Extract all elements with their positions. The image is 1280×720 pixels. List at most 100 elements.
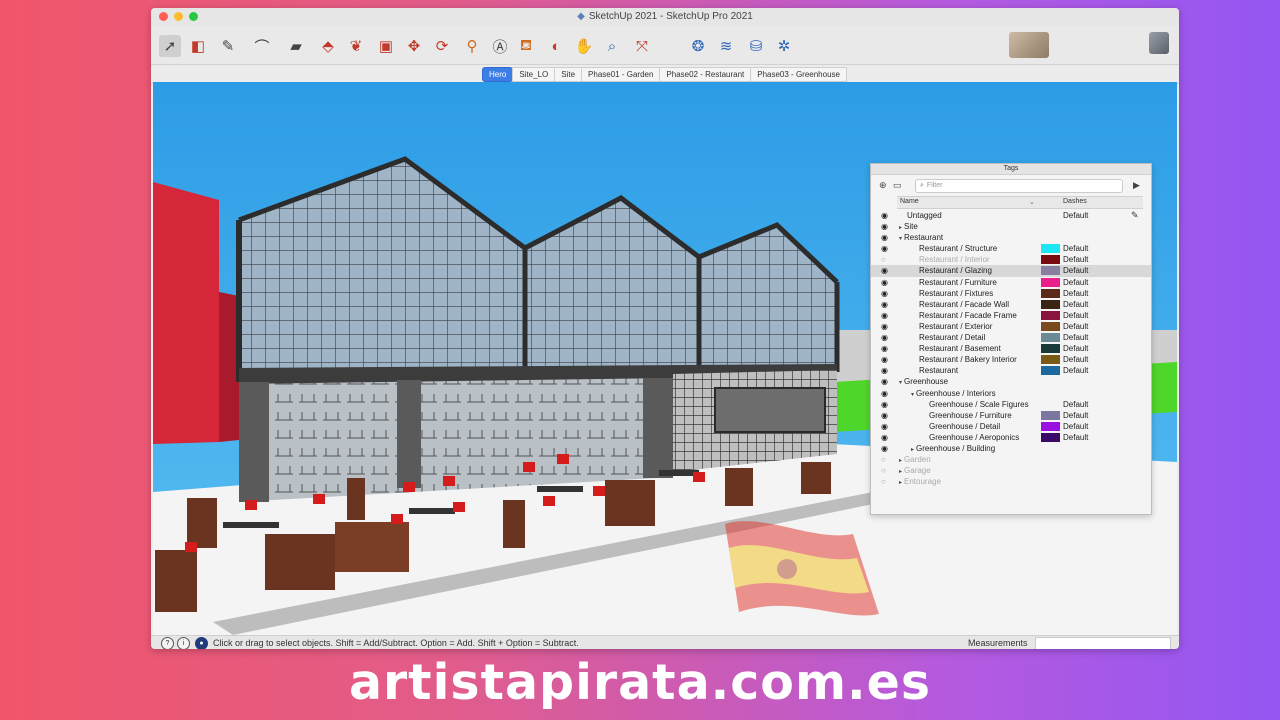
- eye-icon[interactable]: ◉: [881, 277, 888, 288]
- measurements-input[interactable]: [1035, 637, 1171, 649]
- tag-row[interactable]: ◉ Restaurant / Glazing Default: [871, 265, 1151, 277]
- eye-icon[interactable]: ◉: [881, 243, 888, 254]
- disclosure-open-icon[interactable]: ▾: [911, 392, 914, 398]
- follow-me-icon[interactable]: ❦: [345, 35, 367, 57]
- credits-icon[interactable]: i: [177, 637, 190, 649]
- tag-color-swatch[interactable]: [1041, 421, 1060, 431]
- tag-row[interactable]: ◉ Restaurant / Facade Wall Default: [871, 299, 1151, 310]
- eye-hidden-icon[interactable]: ○: [881, 465, 886, 476]
- profile-avatar[interactable]: [1149, 32, 1169, 54]
- eye-icon[interactable]: ◉: [881, 221, 888, 232]
- eye-icon[interactable]: ◉: [881, 265, 888, 276]
- disclosure-closed-icon[interactable]: ▸: [899, 458, 902, 464]
- tag-color-swatch[interactable]: [1041, 255, 1060, 265]
- tape-measure-icon[interactable]: ⚲: [461, 35, 483, 57]
- tag-row[interactable]: ◉ ▸ Site: [871, 221, 1151, 232]
- tag-row[interactable]: ◉ Restaurant / Detail Default: [871, 332, 1151, 343]
- tag-row[interactable]: ◉ ▾ Greenhouse: [871, 376, 1151, 387]
- zoom-extents-icon[interactable]: ⤧: [631, 35, 653, 57]
- eye-icon[interactable]: ◉: [881, 232, 888, 243]
- tag-color-swatch[interactable]: [1041, 277, 1060, 287]
- paint-bucket-icon[interactable]: ⛾: [515, 35, 537, 57]
- eye-icon[interactable]: ◉: [881, 443, 888, 454]
- tag-color-swatch[interactable]: [1041, 333, 1060, 343]
- tab-site[interactable]: Site: [554, 66, 583, 82]
- tag-row[interactable]: ◉ Restaurant / Structure Default: [871, 243, 1151, 254]
- tag-dashes[interactable]: Default: [1063, 399, 1088, 410]
- disclosure-closed-icon[interactable]: ▸: [899, 469, 902, 475]
- tag-dashes[interactable]: Default: [1063, 421, 1088, 432]
- tab-hero[interactable]: Hero: [482, 66, 514, 82]
- zoom-icon[interactable]: ⌕: [601, 35, 623, 57]
- filter-input[interactable]: ⌕ Filter: [915, 179, 1123, 193]
- eye-icon[interactable]: ◉: [881, 421, 888, 432]
- add-tag-icon[interactable]: ⊕: [879, 180, 887, 191]
- tag-row[interactable]: ○ ▸ Garden: [871, 454, 1151, 465]
- close-window-button[interactable]: [159, 12, 168, 21]
- tag-color-swatch[interactable]: [1041, 244, 1060, 254]
- disclosure-open-icon[interactable]: ▾: [899, 380, 902, 386]
- tag-dashes[interactable]: Default: [1063, 310, 1088, 321]
- tag-row[interactable]: ◉ Greenhouse / Detail Default: [871, 421, 1151, 432]
- eye-icon[interactable]: ◉: [881, 343, 888, 354]
- tag-row[interactable]: ◉ Untagged Default ✎: [871, 210, 1151, 221]
- eye-icon[interactable]: ◉: [881, 432, 888, 443]
- tag-dashes[interactable]: Default: [1063, 365, 1088, 376]
- add-folder-icon[interactable]: ▭: [893, 180, 902, 191]
- tag-row[interactable]: ◉ ▸ Greenhouse / Building: [871, 443, 1151, 454]
- tag-dashes[interactable]: Default: [1063, 288, 1088, 299]
- eye-hidden-icon[interactable]: ○: [881, 476, 886, 487]
- eye-icon[interactable]: ◉: [881, 388, 888, 399]
- tag-dashes[interactable]: Default: [1063, 332, 1088, 343]
- tab-phase01-garden[interactable]: Phase01 - Garden: [581, 66, 661, 82]
- layout-icon[interactable]: ⛁: [745, 35, 767, 57]
- eye-icon[interactable]: ◉: [881, 210, 888, 221]
- disclosure-closed-icon[interactable]: ▸: [911, 447, 914, 453]
- tab-site-lo[interactable]: Site_LO: [512, 66, 556, 82]
- tag-row[interactable]: ◉ Restaurant / Fixtures Default: [871, 288, 1151, 299]
- zoom-window-button[interactable]: [189, 12, 198, 21]
- warehouse-icon[interactable]: ❂: [687, 35, 709, 57]
- account-icon[interactable]: ●: [195, 637, 208, 649]
- rectangle-icon[interactable]: ▰: [285, 35, 307, 57]
- style-builder-icon[interactable]: ✲: [773, 35, 795, 57]
- tag-color-swatch[interactable]: [1041, 288, 1060, 298]
- tag-row[interactable]: ◉ ▾ Restaurant: [871, 232, 1151, 243]
- tag-dashes[interactable]: Default: [1063, 243, 1088, 254]
- tag-color-swatch[interactable]: [1041, 410, 1060, 420]
- tag-color-swatch[interactable]: [1041, 321, 1060, 331]
- eye-icon[interactable]: ◉: [881, 332, 888, 343]
- tag-color-swatch[interactable]: [1041, 366, 1060, 376]
- tag-dashes[interactable]: Default: [1063, 210, 1088, 221]
- eye-icon[interactable]: ◉: [881, 365, 888, 376]
- tag-row[interactable]: ○ ▸ Entourage: [871, 476, 1151, 487]
- tag-color-swatch[interactable]: [1041, 299, 1060, 309]
- tag-dashes[interactable]: Default: [1063, 277, 1088, 288]
- tag-dashes[interactable]: Default: [1063, 354, 1088, 365]
- disclosure-open-icon[interactable]: ▾: [899, 236, 902, 242]
- column-name[interactable]: Name: [900, 198, 919, 205]
- geolocation-icon[interactable]: ?: [161, 637, 174, 649]
- offset-icon[interactable]: ▣: [375, 35, 397, 57]
- select-icon[interactable]: ➚: [159, 35, 181, 57]
- tag-row[interactable]: ◉ Greenhouse / Aeroponics Default: [871, 432, 1151, 443]
- pencil-icon[interactable]: ✎: [217, 35, 239, 57]
- tag-row[interactable]: ◉ Restaurant / Furniture Default: [871, 277, 1151, 288]
- push-pull-icon[interactable]: ⬘: [317, 35, 339, 57]
- tag-row[interactable]: ◉ Restaurant / Bakery Interior Default: [871, 354, 1151, 365]
- disclosure-closed-icon[interactable]: ▸: [899, 225, 902, 231]
- tag-dashes[interactable]: Default: [1063, 432, 1088, 443]
- eraser-icon[interactable]: ◧: [187, 35, 209, 57]
- orbit-icon[interactable]: ◐: [545, 35, 567, 57]
- tag-row[interactable]: ◉ ▾ Greenhouse / Interiors: [871, 388, 1151, 399]
- tag-row[interactable]: ◉ Restaurant / Basement Default: [871, 343, 1151, 354]
- eye-icon[interactable]: ◉: [881, 310, 888, 321]
- tag-color-swatch[interactable]: [1041, 310, 1060, 320]
- tag-dashes[interactable]: Default: [1063, 254, 1088, 265]
- move-icon[interactable]: ✥: [403, 35, 425, 57]
- tab-phase03-greenhouse[interactable]: Phase03 - Greenhouse: [750, 66, 847, 82]
- eye-hidden-icon[interactable]: ○: [881, 254, 886, 265]
- tag-color-swatch[interactable]: [1041, 432, 1060, 442]
- tag-row[interactable]: ○ Restaurant / Interior Default: [871, 254, 1151, 265]
- tag-color-swatch[interactable]: [1041, 266, 1060, 276]
